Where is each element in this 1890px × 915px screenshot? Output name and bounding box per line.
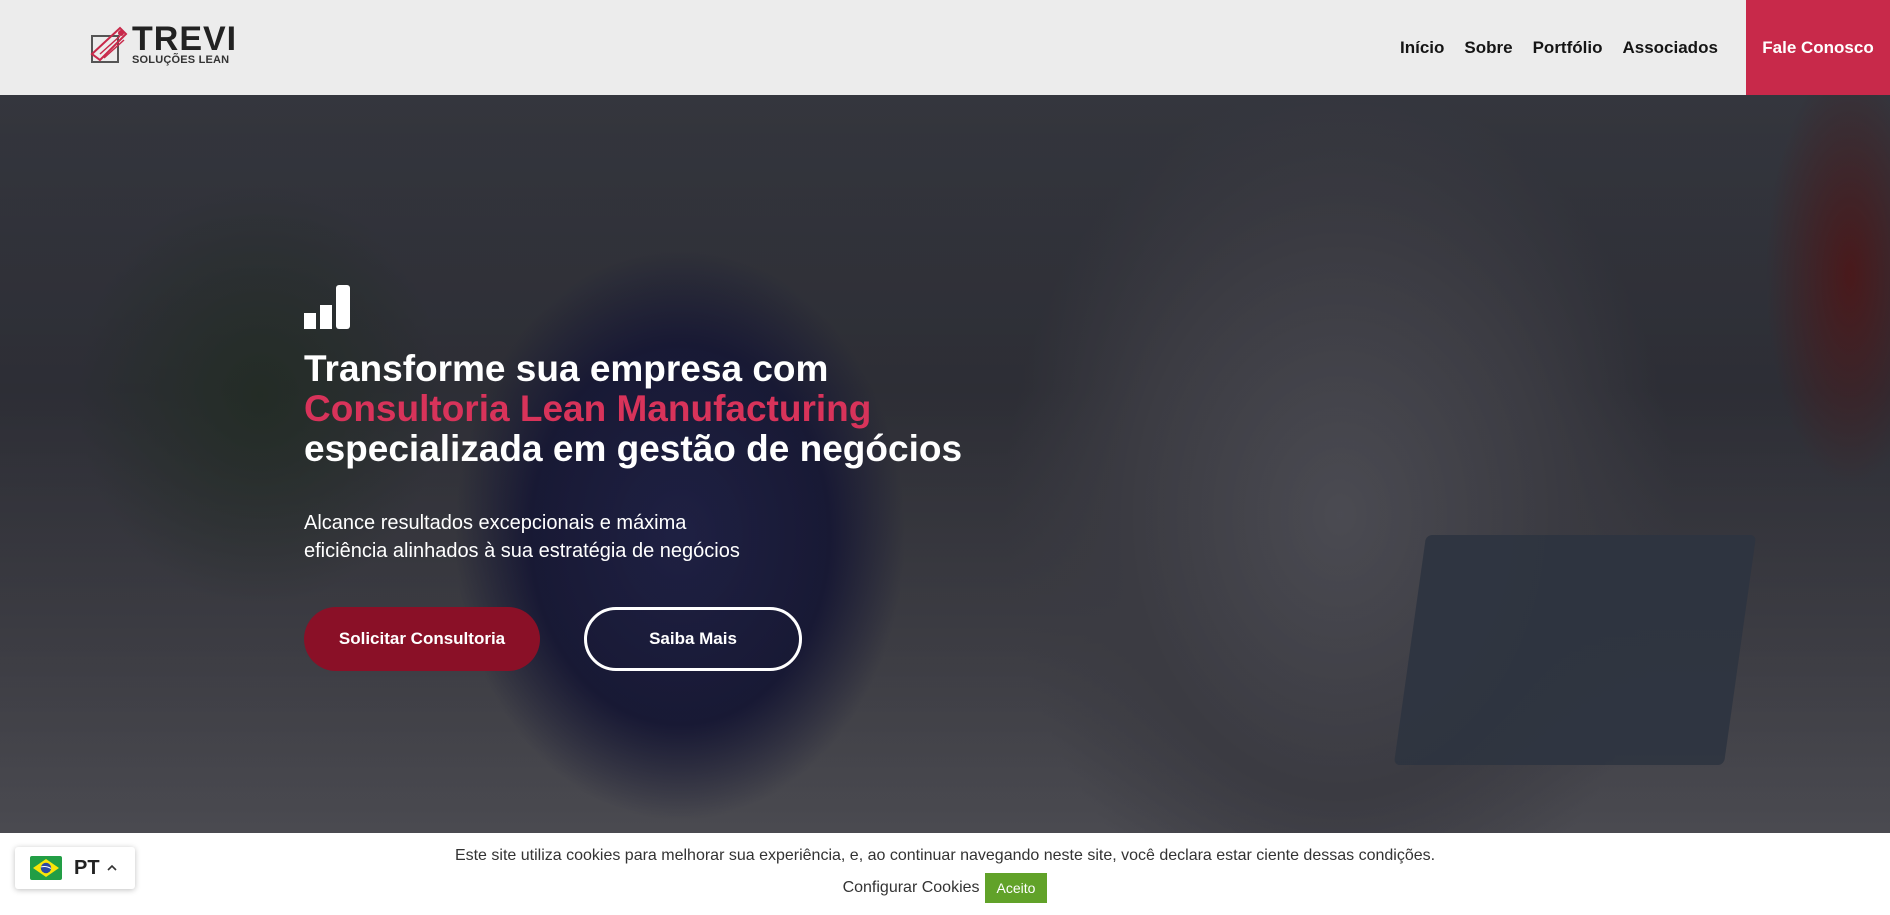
main-nav: Início Sobre Portfólio Associados <box>1400 0 1738 95</box>
hero-buttons: Solicitar Consultoria Saiba Mais <box>304 607 1064 671</box>
site-header: TREVI SOLUÇÕES LEAN Início Sobre Portfól… <box>0 0 1890 95</box>
bar-chart-icon <box>304 285 350 329</box>
headline-line-1: Transforme sua empresa com <box>304 348 829 389</box>
nav-item-associados[interactable]: Associados <box>1622 38 1717 58</box>
laptop-image <box>1393 535 1757 765</box>
fale-conosco-button[interactable]: Fale Conosco <box>1746 0 1890 95</box>
solicitar-consultoria-button[interactable]: Solicitar Consultoria <box>304 607 540 671</box>
hero-section: Transforme sua empresa com Consultoria L… <box>0 95 1890 833</box>
hero-headline: Transforme sua empresa com Consultoria L… <box>304 349 1064 469</box>
nav-item-portfolio[interactable]: Portfólio <box>1533 38 1603 58</box>
cookie-bar: Este site utiliza cookies para melhorar … <box>0 833 1890 915</box>
hero-background-image <box>0 95 1 96</box>
nav-item-sobre[interactable]: Sobre <box>1464 38 1512 58</box>
logo-subtitle: SOLUÇÕES LEAN <box>132 54 230 66</box>
saiba-mais-button[interactable]: Saiba Mais <box>584 607 802 671</box>
headline-line-3: especializada em gestão de negócios <box>304 428 963 469</box>
cookie-actions: Configurar Cookies Aceito <box>0 873 1890 903</box>
hero-content: Transforme sua empresa com Consultoria L… <box>304 283 1064 671</box>
nav-item-inicio[interactable]: Início <box>1400 38 1444 58</box>
rocket-logo-icon <box>90 26 128 63</box>
chevron-up-icon <box>106 864 117 871</box>
headline-accent: Consultoria Lean Manufacturing <box>304 388 872 429</box>
configurar-cookies-link[interactable]: Configurar Cookies <box>843 879 980 897</box>
cookie-message: Este site utiliza cookies para melhorar … <box>454 847 1436 864</box>
brazil-flag-icon <box>30 856 62 880</box>
accept-cookies-button[interactable]: Aceito <box>984 873 1048 903</box>
language-switcher[interactable]: PT <box>15 847 135 889</box>
logo-title: TREVI <box>132 20 238 58</box>
hero-subheadline: Alcance resultados excepcionais e máxima… <box>304 512 740 562</box>
logo-link[interactable]: TREVI SOLUÇÕES LEAN <box>86 22 236 68</box>
language-code: PT <box>74 856 100 879</box>
